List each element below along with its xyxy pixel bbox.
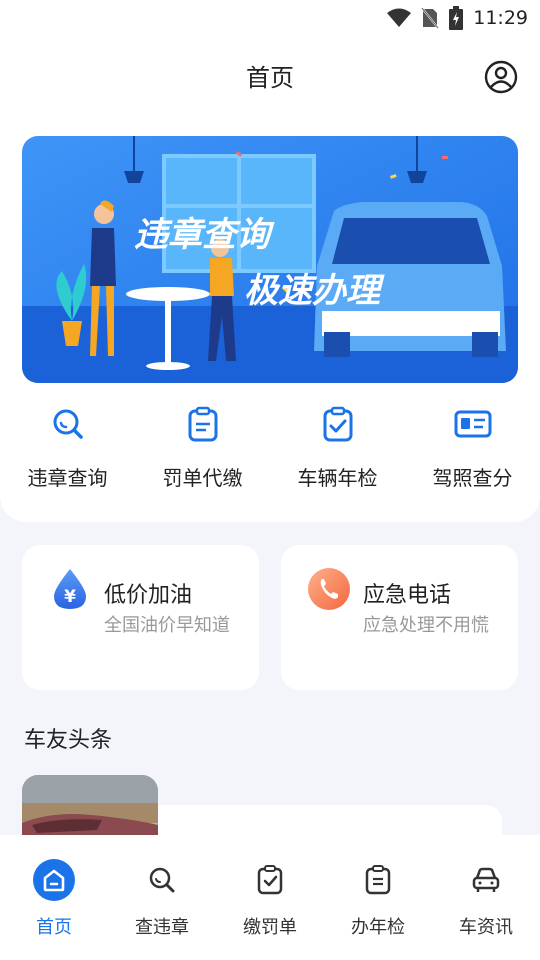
quick-action-fine-payment[interactable]: 罚单代缴 bbox=[135, 404, 270, 491]
nav-item-car-news[interactable]: 车资讯 bbox=[432, 835, 540, 960]
banner-illustration: 违章查询 极速办理 bbox=[22, 136, 518, 383]
phone-icon bbox=[308, 568, 350, 610]
clipboard-check-icon bbox=[257, 865, 283, 895]
quick-actions: 违章查询 罚单代缴 车辆年检 驾照查分 bbox=[0, 404, 540, 491]
service-title: 应急电话 bbox=[363, 583, 452, 608]
user-profile-icon bbox=[484, 60, 518, 94]
search-icon bbox=[53, 409, 83, 439]
svg-text:¥: ¥ bbox=[64, 587, 76, 607]
home-icon bbox=[33, 859, 75, 901]
nav-label: 查违章 bbox=[135, 917, 189, 938]
page-title: 首页 bbox=[246, 64, 294, 92]
quick-action-annual-inspection[interactable]: 车辆年检 bbox=[270, 404, 405, 491]
banner-slogan-2: 极速办理 bbox=[244, 271, 385, 311]
news-section-title: 车友头条 bbox=[24, 728, 113, 753]
banner-slogan-1: 违章查询 bbox=[134, 215, 275, 255]
nav-item-home[interactable]: 首页 bbox=[0, 835, 108, 960]
quick-action-label: 车辆年检 bbox=[297, 466, 378, 490]
status-time: 11:29 bbox=[473, 7, 528, 29]
service-card-emergency-call[interactable]: 应急电话 应急处理不用慌 bbox=[281, 545, 518, 690]
nav-label: 办年检 bbox=[351, 917, 405, 938]
promo-banner[interactable]: 违章查询 极速办理 bbox=[22, 136, 518, 383]
app-header: 首页 bbox=[0, 36, 540, 116]
no-sim-icon bbox=[421, 7, 440, 29]
search-icon bbox=[149, 867, 175, 893]
quick-action-label: 违章查询 bbox=[27, 466, 108, 490]
service-description: 全国油价早知道 bbox=[104, 615, 230, 636]
nav-item-pay-fines[interactable]: 缴罚单 bbox=[216, 835, 324, 960]
clipboard-check-icon bbox=[323, 406, 352, 442]
quick-action-license-points[interactable]: 驾照查分 bbox=[405, 404, 540, 491]
quick-action-label: 罚单代缴 bbox=[162, 466, 243, 490]
nav-label: 缴罚单 bbox=[243, 917, 297, 938]
car-icon bbox=[472, 867, 500, 892]
quick-action-label: 驾照查分 bbox=[432, 466, 513, 490]
nav-label: 首页 bbox=[36, 917, 72, 938]
nav-item-violations[interactable]: 查违章 bbox=[108, 835, 216, 960]
status-icons: 11:29 bbox=[387, 6, 528, 30]
status-bar: 11:29 bbox=[0, 0, 540, 36]
top-card: 违章查询 极速办理 违章查询 罚单代缴 车辆年检 驾照查分 bbox=[0, 116, 540, 522]
battery-charging-icon bbox=[449, 6, 464, 30]
wifi-icon bbox=[387, 8, 412, 27]
clipboard-list-icon bbox=[365, 865, 391, 895]
clipboard-list-icon bbox=[188, 406, 217, 442]
id-card-icon bbox=[454, 410, 491, 438]
service-title: 低价加油 bbox=[104, 583, 193, 608]
bottom-navigation: 首页 查违章 缴罚单 办年检 车资讯 bbox=[0, 835, 540, 960]
service-card-cheap-fuel[interactable]: ¥ 低价加油 全国油价早知道 bbox=[22, 545, 259, 690]
service-description: 应急处理不用慌 bbox=[363, 615, 489, 636]
nav-label: 车资讯 bbox=[459, 917, 513, 938]
nav-item-inspection[interactable]: 办年检 bbox=[324, 835, 432, 960]
quick-action-violation-query[interactable]: 违章查询 bbox=[0, 404, 135, 491]
oil-drop-icon: ¥ bbox=[54, 569, 86, 609]
profile-button[interactable] bbox=[484, 60, 518, 94]
